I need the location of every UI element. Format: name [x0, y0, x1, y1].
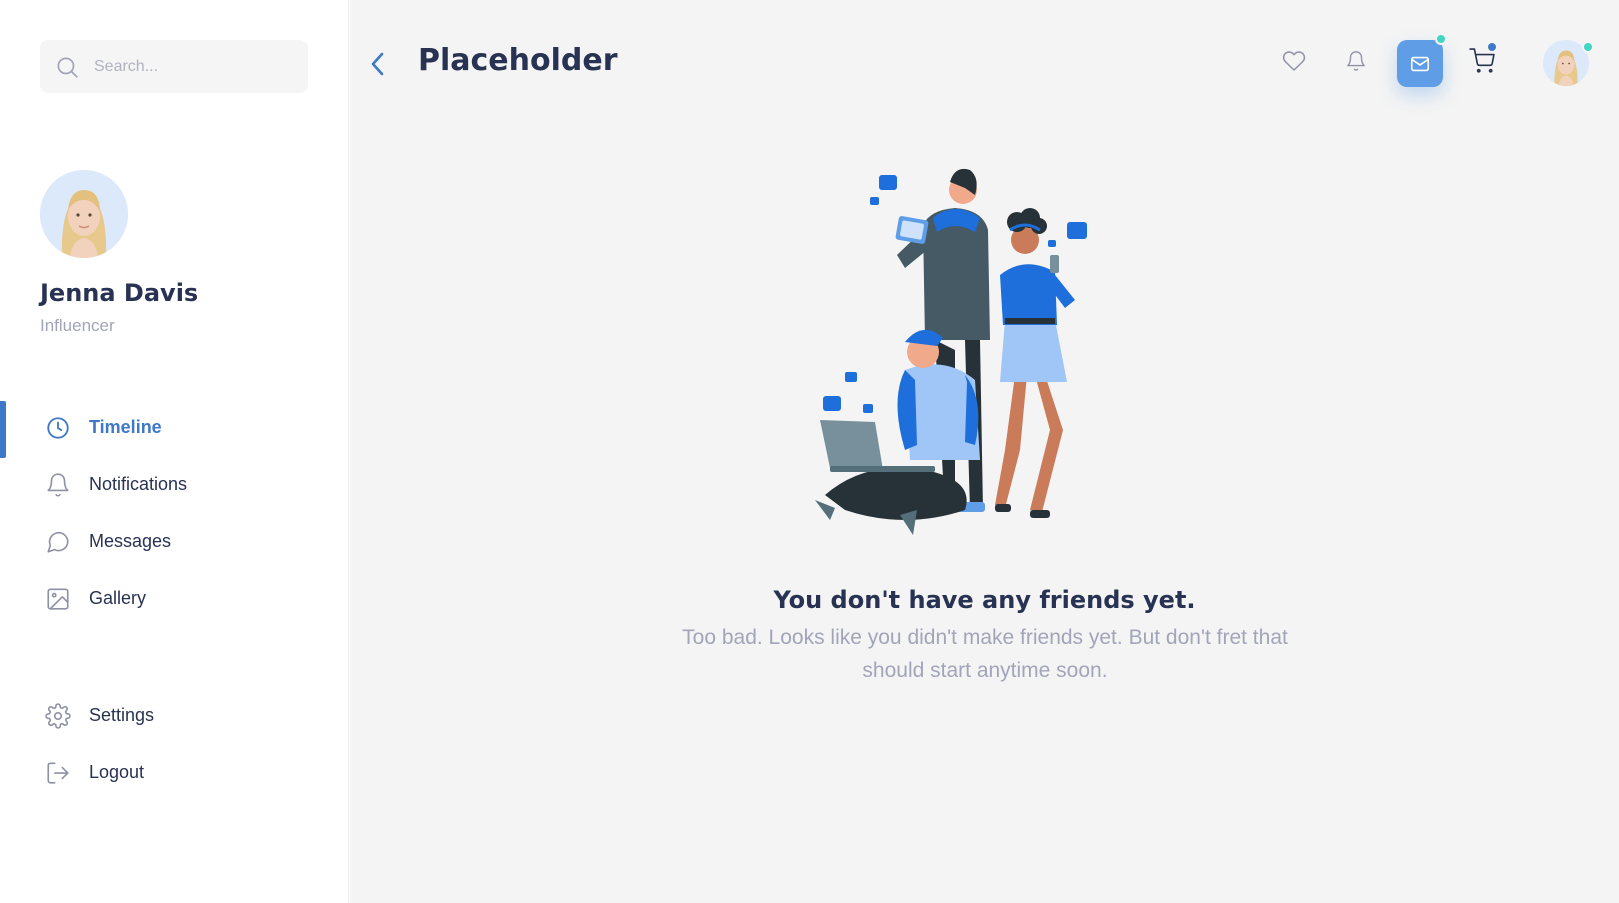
gear-icon — [45, 703, 71, 729]
bell-icon — [47, 473, 69, 497]
search-icon — [57, 57, 78, 78]
sidebar-item-label: Notifications — [89, 474, 188, 494]
sidebar-item-gallery[interactable]: Gallery — [0, 572, 349, 626]
friends-illustration — [815, 168, 1087, 535]
sidebar-item-label: Messages — [89, 531, 172, 551]
profile-name: Jenna Davis — [40, 279, 199, 307]
clock-icon — [47, 417, 69, 439]
cart-badge-dot — [1486, 41, 1498, 53]
sidebar-item-messages[interactable]: Messages — [0, 515, 349, 569]
bell-icon — [1347, 51, 1365, 71]
mail-icon — [1410, 56, 1430, 71]
image-icon — [47, 588, 69, 610]
sidebar-item-label: Gallery — [89, 588, 147, 608]
profile-avatar — [40, 170, 128, 258]
main-content: Placeholder You don't have any friends y… — [350, 0, 1619, 903]
sidebar-item-label: Timeline — [89, 417, 162, 437]
sidebar-item-label: Settings — [89, 705, 155, 725]
sidebar-item-label: Logout — [89, 762, 145, 782]
sidebar-item-notifications[interactable]: Notifications — [0, 458, 349, 512]
avatar-online-dot — [1582, 41, 1594, 53]
back-arrow-icon[interactable] — [366, 48, 390, 80]
online-status-dot — [1435, 33, 1447, 45]
sidebar-item-timeline[interactable]: Timeline — [0, 401, 349, 458]
sidebar-item-logout[interactable]: Logout — [0, 746, 349, 800]
message-icon — [47, 531, 69, 553]
search-input[interactable] — [94, 40, 294, 93]
sidebar-item-settings[interactable]: Settings — [0, 689, 349, 743]
sidebar: Jenna Davis Influencer Timeline Notifica… — [0, 0, 349, 903]
empty-state-title: You don't have any friends yet. — [773, 586, 1196, 614]
messages-button[interactable] — [1397, 33, 1447, 87]
page-title: Placeholder — [418, 43, 618, 78]
notifications-button[interactable] — [1338, 43, 1374, 79]
heart-icon — [1282, 51, 1306, 71]
search-box[interactable] — [40, 40, 308, 93]
empty-state-text: Too bad. Looks like you didn't make frie… — [682, 626, 1288, 682]
logout-icon — [47, 762, 69, 784]
cart-button[interactable] — [1464, 41, 1500, 79]
favorites-button[interactable] — [1276, 43, 1312, 79]
profile-role: Influencer — [40, 316, 115, 335]
